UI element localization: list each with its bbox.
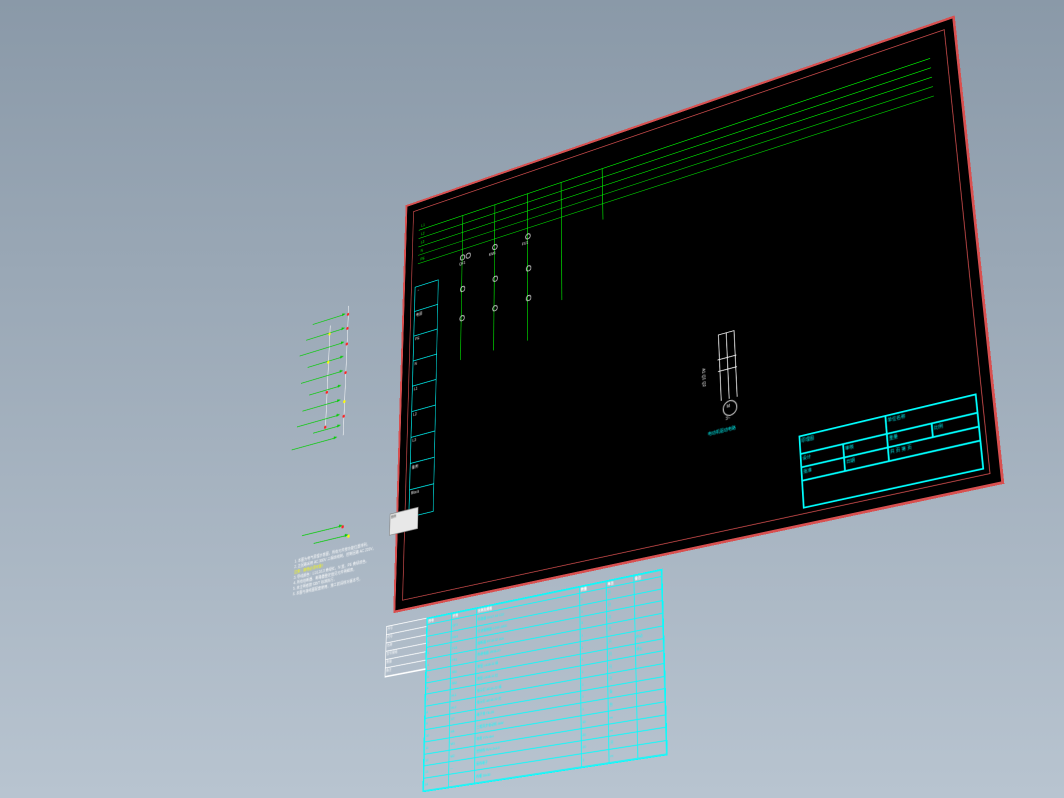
overlay-annotation-cluster — [285, 289, 403, 525]
bom-cell: 2 — [581, 750, 609, 767]
cad-3d-viewport[interactable]: L1 L2 L3 N PE QF1 KM1 FU1 — [0, 0, 1064, 798]
drawing-sheet[interactable]: L1 L2 L3 N PE QF1 KM1 FU1 — [393, 15, 1004, 613]
strip-row: Block — [409, 484, 433, 516]
bom-cell — [637, 741, 666, 759]
node-dot — [342, 414, 345, 418]
notes-text-block: 1. 本图为电气原理示意图，所有元件按功能位置排列。 2. 主回路采用 AC 3… — [293, 526, 436, 597]
bom-body: 1QF1断路器 DZ47-63 C321只2KM1交流接触器 CJX2-1810… — [424, 576, 667, 790]
node-dot — [346, 327, 349, 331]
motor-rating: 3~ — [726, 416, 731, 422]
node-dot — [343, 400, 346, 404]
sheet-inner-border — [402, 29, 990, 601]
bom-header-block: 序号 代号 名称 型号规格 数量 备注 — [385, 617, 428, 677]
bom-cell: 14 — [424, 774, 449, 790]
bom-table: 序号 代号 名称及规格 数量 单位 备注 1QF1断路器 DZ47-63 C32… — [422, 569, 667, 793]
bom-cell: m — [609, 745, 637, 762]
bom-cell: — — [449, 770, 475, 787]
node-dot — [346, 342, 349, 346]
tb-scale: 重量 — [887, 423, 933, 447]
bom-table-grid: 序号 代号 名称及规格 数量 单位 备注 1QF1断路器 DZ47-63 C32… — [423, 570, 667, 792]
bus-n-lbl: N — [421, 249, 423, 254]
node-dot — [326, 391, 329, 395]
tb-blank — [802, 441, 983, 508]
node-dot — [347, 313, 350, 317]
